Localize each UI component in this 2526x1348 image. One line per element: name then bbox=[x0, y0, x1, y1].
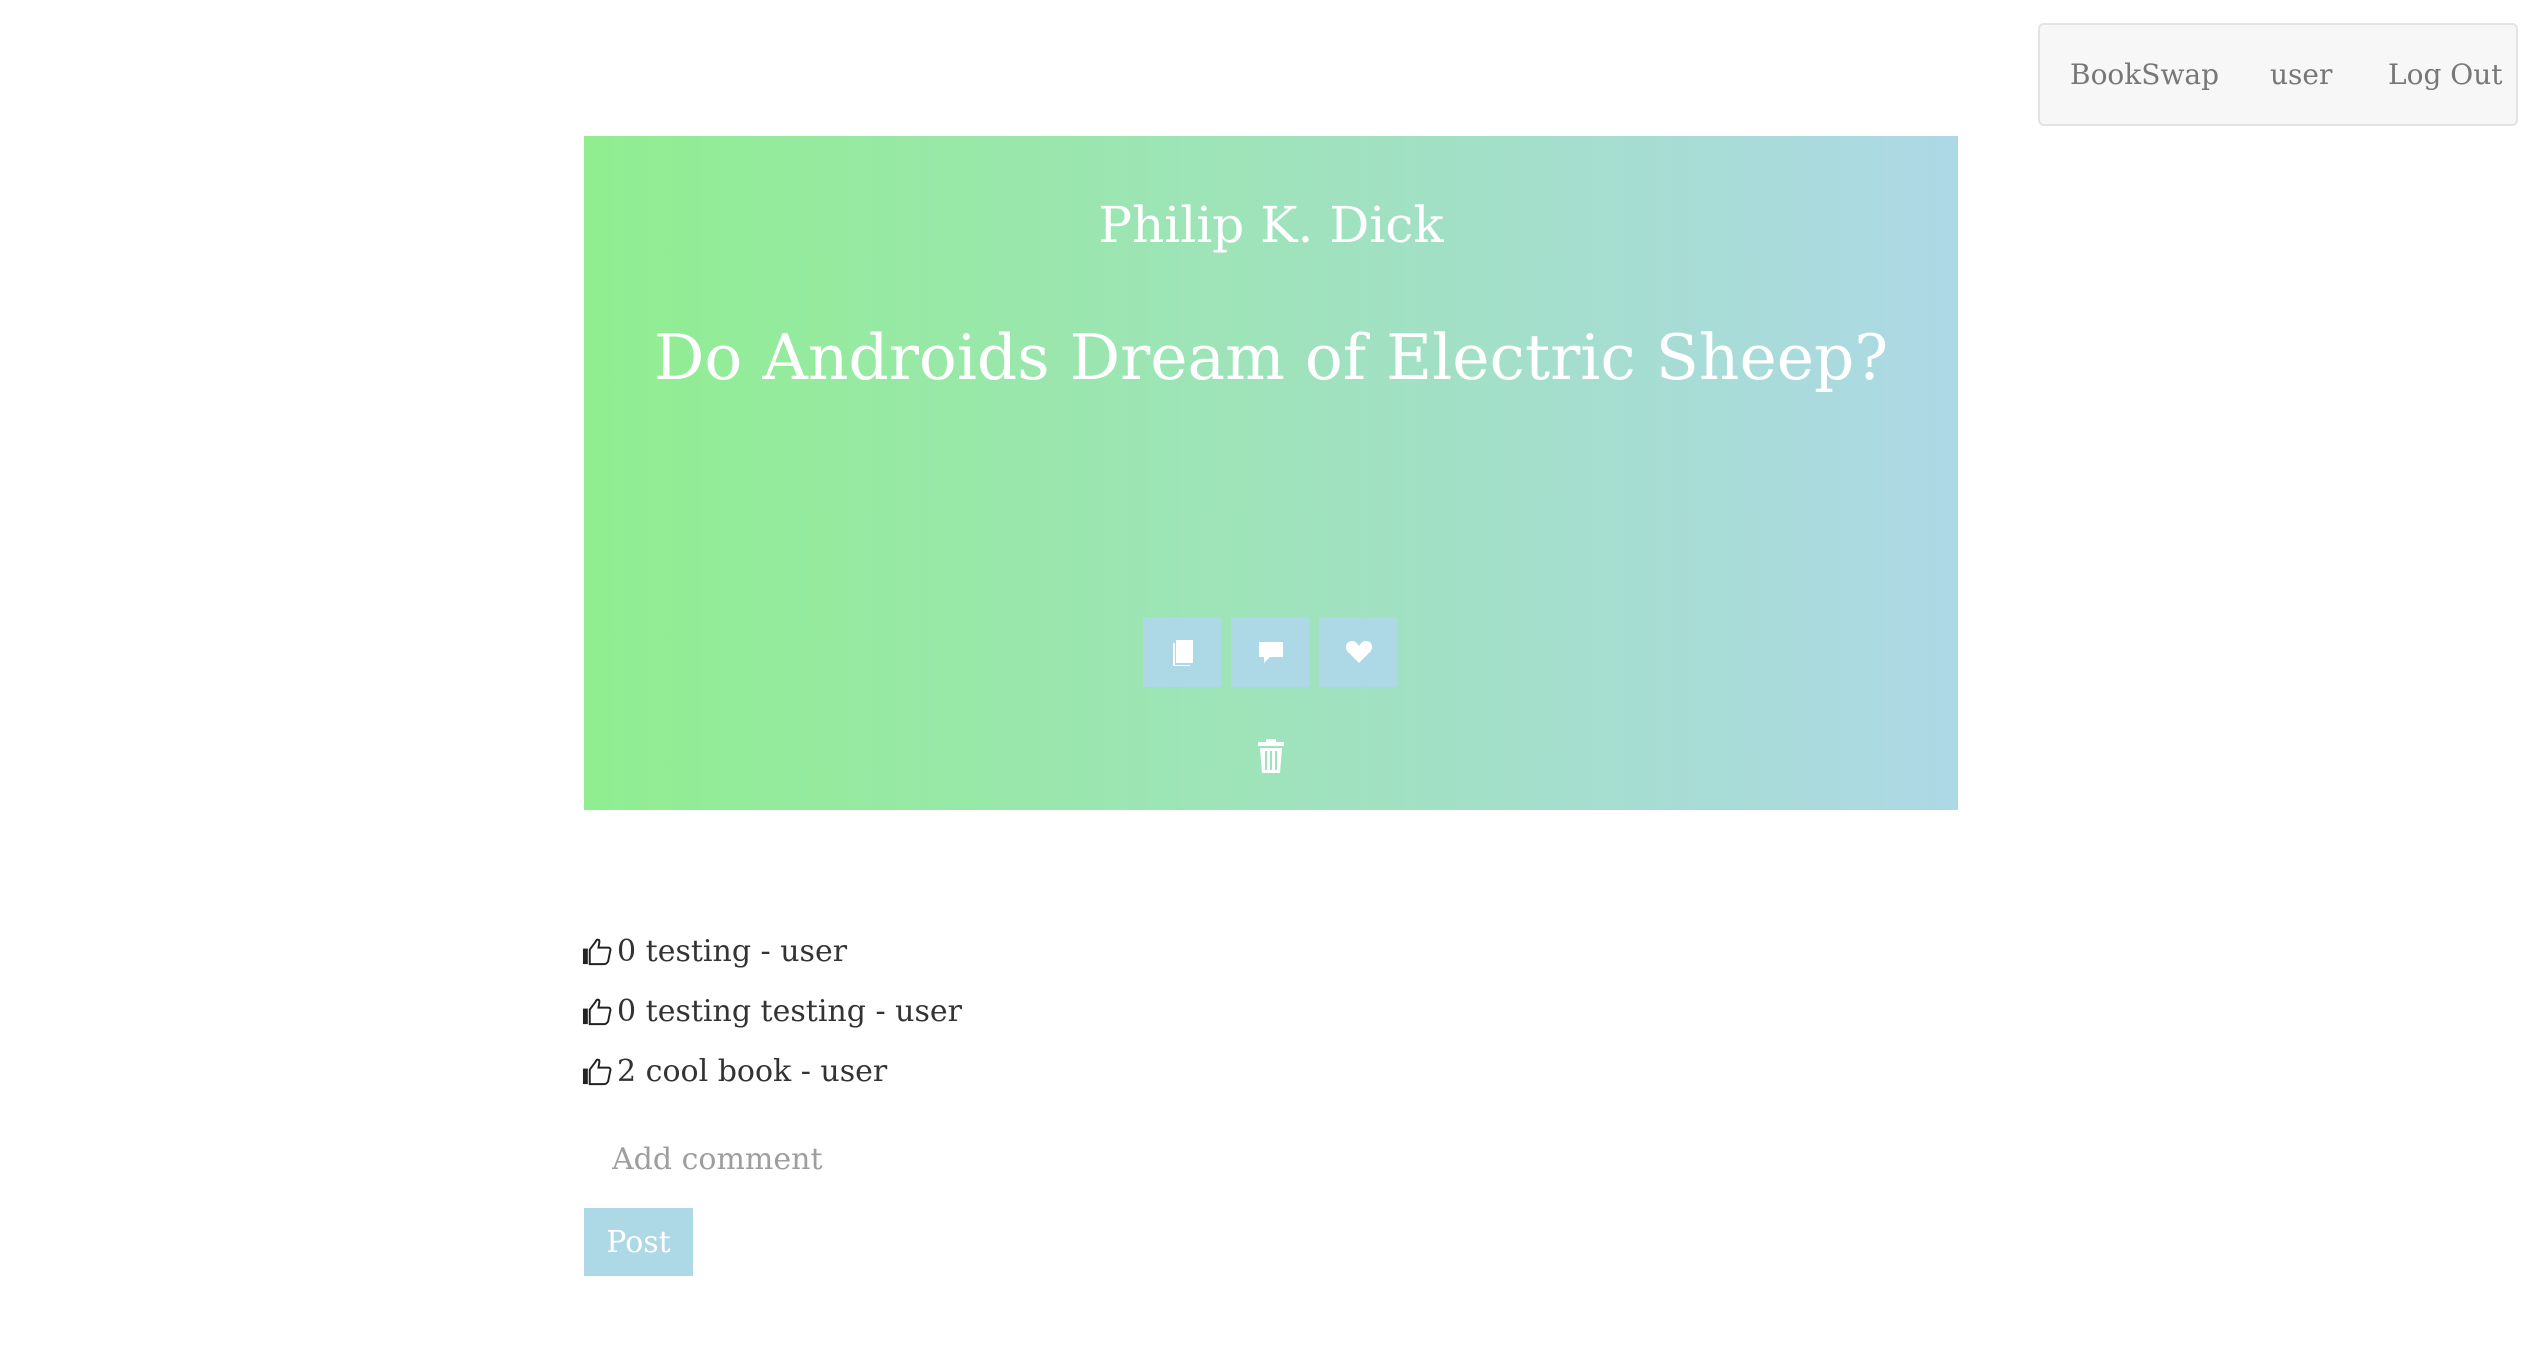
book-author: Philip K. Dick bbox=[1098, 196, 1444, 254]
top-nav: BookSwap user Log Out bbox=[2038, 23, 2518, 126]
delete-book-button[interactable] bbox=[1256, 739, 1286, 773]
comment-item: 2 cool book - user bbox=[582, 1041, 962, 1101]
comment-icon bbox=[1258, 642, 1283, 663]
comment-likes: 0 bbox=[617, 933, 637, 969]
add-comment-input[interactable] bbox=[584, 1131, 1284, 1187]
comment-text: testing testing - user bbox=[645, 993, 962, 1029]
book-card: Philip K. Dick Do Androids Dream of Elec… bbox=[584, 136, 1958, 810]
comment-list: 0 testing - user 0 testing testing - use… bbox=[582, 921, 962, 1101]
comment-button[interactable] bbox=[1231, 617, 1310, 687]
book-actions bbox=[1143, 617, 1398, 687]
book-button[interactable] bbox=[1143, 617, 1222, 687]
nav-brand-link[interactable]: BookSwap bbox=[2070, 25, 2219, 124]
thumbs-up-icon[interactable] bbox=[582, 996, 613, 1027]
nav-logout-link[interactable]: Log Out bbox=[2388, 25, 2503, 124]
post-comment-button[interactable]: Post bbox=[584, 1208, 693, 1276]
thumbs-up-icon[interactable] bbox=[582, 1056, 613, 1087]
comment-item: 0 testing testing - user bbox=[582, 981, 962, 1041]
thumbs-up-icon[interactable] bbox=[582, 936, 613, 967]
comment-likes: 0 bbox=[617, 993, 637, 1029]
book-title: Do Androids Dream of Electric Sheep? bbox=[653, 321, 1889, 394]
nav-user-link[interactable]: user bbox=[2270, 25, 2332, 124]
heart-icon bbox=[1345, 641, 1372, 663]
like-book-button[interactable] bbox=[1319, 617, 1398, 687]
comment-likes: 2 bbox=[617, 1053, 637, 1089]
comment-item: 0 testing - user bbox=[582, 921, 962, 981]
comment-text: cool book - user bbox=[645, 1053, 888, 1089]
comment-text: testing - user bbox=[645, 933, 848, 969]
book-icon bbox=[1172, 640, 1193, 666]
trash-icon bbox=[1258, 739, 1284, 773]
